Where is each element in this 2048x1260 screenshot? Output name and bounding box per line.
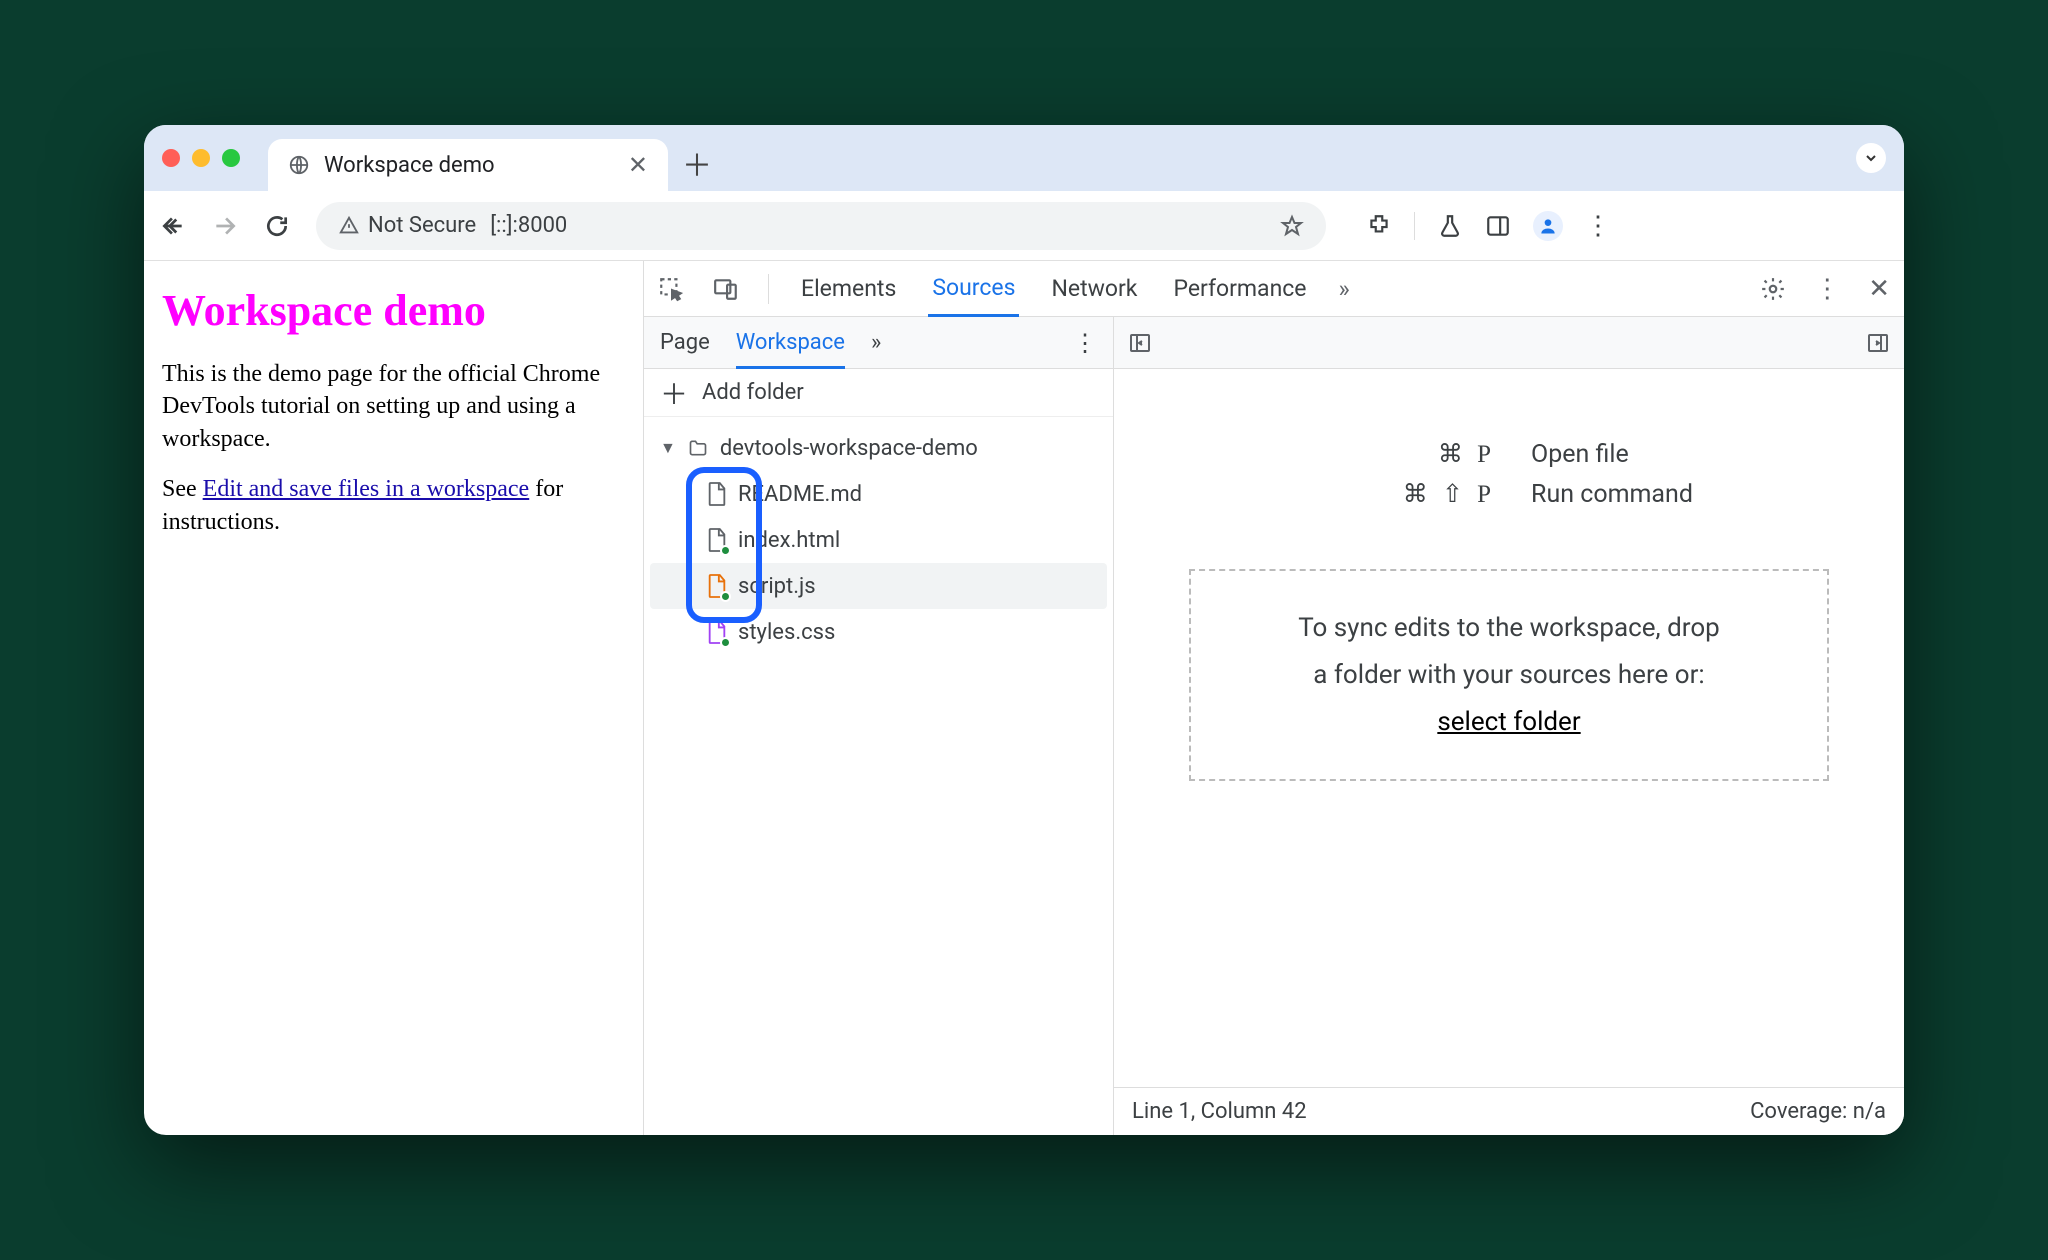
globe-icon [288, 154, 310, 176]
toolbar-right: ⋮ [1366, 211, 1611, 241]
extensions-button[interactable] [1366, 213, 1392, 239]
select-folder-link[interactable]: select folder [1437, 707, 1580, 737]
forward-button[interactable] [212, 213, 246, 239]
device-toolbar-button[interactable] [712, 276, 740, 302]
close-tab-button[interactable]: ✕ [628, 151, 648, 179]
new-tab-button[interactable]: ＋ [678, 141, 716, 185]
mapped-indicator [720, 637, 731, 648]
devtools-panel: Elements Sources Network Performance » ⋮… [644, 261, 1904, 1135]
file-icon [706, 481, 728, 507]
coverage-status: Coverage: n/a [1750, 1099, 1886, 1124]
subtab-page[interactable]: Page [660, 330, 710, 355]
file-tree: ▼ devtools-workspace-demo README.md [644, 417, 1113, 663]
browser-toolbar: Not Secure [::]:8000 ⋮ [144, 191, 1904, 261]
sources-navigator: Page Workspace » ⋮ ＋ Add folder ▼ [644, 317, 1114, 1135]
titlebar: Workspace demo ✕ ＋ [144, 125, 1904, 191]
folder-label: devtools-workspace-demo [720, 436, 978, 461]
maximize-window-button[interactable] [222, 149, 240, 167]
browser-tab[interactable]: Workspace demo ✕ [268, 139, 668, 191]
not-secure-label: Not Secure [368, 213, 476, 238]
tree-file-index[interactable]: index.html [650, 517, 1107, 563]
content-area: Workspace demo This is the demo page for… [144, 261, 1904, 1135]
open-file-keys: ⌘ P [1325, 439, 1495, 469]
close-window-button[interactable] [162, 149, 180, 167]
run-command-keys: ⌘ ⇧ P [1325, 479, 1495, 509]
labs-button[interactable] [1437, 213, 1463, 239]
editor-toolbar [1114, 317, 1904, 369]
tree-folder-root[interactable]: ▼ devtools-workspace-demo [650, 425, 1107, 471]
workspace-docs-link[interactable]: Edit and save files in a workspace [203, 476, 530, 502]
tree-file-styles[interactable]: styles.css [650, 609, 1107, 655]
navigator-tabstrip: Page Workspace » ⋮ [644, 317, 1113, 369]
inspect-element-button[interactable] [658, 276, 684, 302]
devtools-body: Page Workspace » ⋮ ＋ Add folder ▼ [644, 317, 1904, 1135]
address-bar[interactable]: Not Secure [::]:8000 [316, 202, 1326, 250]
page-paragraph-2: See Edit and save files in a workspace f… [162, 473, 625, 538]
tab-network[interactable]: Network [1047, 262, 1141, 315]
navigator-menu-button[interactable]: ⋮ [1073, 329, 1097, 357]
show-navigator-button[interactable] [1128, 331, 1152, 355]
show-debugger-button[interactable] [1866, 331, 1890, 355]
add-folder-button[interactable]: ＋ Add folder [644, 369, 1113, 417]
tab-elements[interactable]: Elements [797, 262, 900, 315]
editor-statusbar: Line 1, Column 42 Coverage: n/a [1114, 1087, 1904, 1135]
chrome-menu-button[interactable]: ⋮ [1585, 211, 1611, 241]
back-button[interactable] [160, 213, 194, 239]
profile-button[interactable] [1533, 211, 1563, 241]
mapped-indicator [720, 545, 731, 556]
tree-file-readme[interactable]: README.md [650, 471, 1107, 517]
tab-performance[interactable]: Performance [1169, 262, 1310, 315]
minimize-window-button[interactable] [192, 149, 210, 167]
editor-placeholder: ⌘ P Open file ⌘ ⇧ P Run command To sync … [1114, 369, 1904, 1087]
file-js-icon [706, 573, 728, 599]
more-tabs-button[interactable]: » [1339, 275, 1350, 303]
file-css-icon [706, 619, 728, 645]
window-controls [162, 149, 240, 167]
url-text: [::]:8000 [490, 213, 567, 238]
chevron-down-icon: ▼ [660, 438, 676, 458]
mapped-indicator [720, 591, 731, 602]
more-subtabs-button[interactable]: » [871, 330, 881, 355]
tab-sources[interactable]: Sources [928, 261, 1019, 317]
sources-editor: ⌘ P Open file ⌘ ⇧ P Run command To sync … [1114, 317, 1904, 1135]
rendered-page: Workspace demo This is the demo page for… [144, 261, 644, 1135]
tab-search-button[interactable] [1856, 143, 1886, 173]
subtab-workspace[interactable]: Workspace [736, 330, 845, 369]
divider [768, 274, 769, 304]
file-label: script.js [738, 574, 816, 599]
run-command-label: Run command [1531, 480, 1693, 509]
devtools-close-button[interactable]: ✕ [1868, 274, 1890, 304]
browser-window: Workspace demo ✕ ＋ Not Secure [::]:8000 [144, 125, 1904, 1135]
folder-icon [686, 438, 710, 458]
open-file-label: Open file [1531, 440, 1629, 469]
reload-button[interactable] [264, 213, 298, 239]
page-heading: Workspace demo [162, 285, 625, 336]
side-panel-button[interactable] [1485, 213, 1511, 239]
tab-title: Workspace demo [324, 153, 495, 178]
file-label: index.html [738, 528, 840, 553]
workspace-dropzone[interactable]: To sync edits to the workspace, drop a f… [1189, 569, 1829, 781]
cursor-position: Line 1, Column 42 [1132, 1099, 1307, 1124]
security-chip[interactable]: Not Secure [338, 213, 476, 238]
file-label: styles.css [738, 620, 835, 645]
file-label: README.md [738, 482, 862, 507]
devtools-tabstrip: Elements Sources Network Performance » ⋮… [644, 261, 1904, 317]
devtools-menu-button[interactable]: ⋮ [1814, 274, 1840, 304]
shortcuts-hint: ⌘ P Open file ⌘ ⇧ P Run command [1325, 429, 1693, 519]
tree-file-script[interactable]: script.js [650, 563, 1107, 609]
toolbar-divider [1414, 212, 1415, 240]
page-paragraph-1: This is the demo page for the official C… [162, 358, 625, 455]
file-html-icon [706, 527, 728, 553]
bookmark-button[interactable] [1280, 214, 1304, 238]
devtools-settings-button[interactable] [1760, 276, 1786, 302]
